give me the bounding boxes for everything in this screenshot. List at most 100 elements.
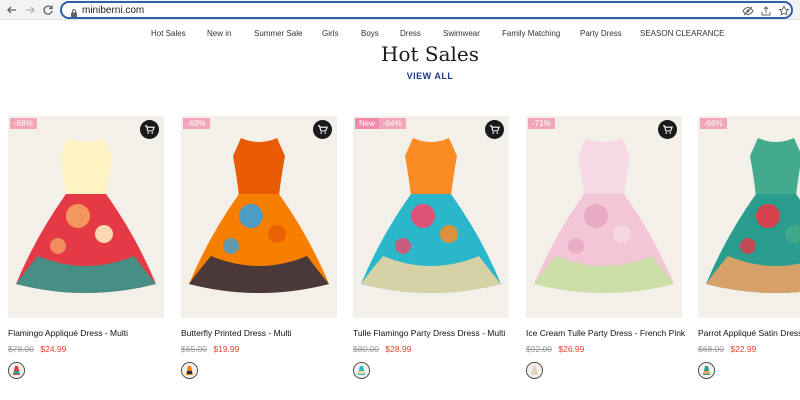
color-swatch[interactable] — [526, 362, 543, 379]
cart-icon — [662, 125, 673, 134]
nav-item-summer-sale[interactable]: Summer Sale — [254, 29, 302, 38]
sale-price: $28.99 — [385, 344, 412, 354]
original-price: $80.00 — [353, 344, 379, 354]
dress-applique — [239, 204, 263, 228]
discount-badge: -71% — [528, 118, 555, 129]
original-price: $65.00 — [181, 344, 207, 354]
color-swatch[interactable] — [181, 362, 198, 379]
cart-icon — [144, 125, 155, 134]
product-prices: $68.00 $22.99 — [698, 344, 800, 354]
nav-item-dress[interactable]: Dress — [400, 29, 421, 38]
nav-item-new-in[interactable]: New in — [207, 29, 231, 38]
add-to-cart-button[interactable] — [485, 120, 504, 139]
dress-bodice — [60, 138, 112, 196]
forward-icon[interactable] — [22, 2, 38, 18]
share-icon[interactable] — [760, 4, 773, 17]
product-card[interactable]: -66% Parrot Appliqué Satin Dress $68.00 … — [698, 116, 800, 379]
dress-bodice — [750, 138, 800, 196]
new-badge: New — [355, 118, 380, 129]
bookmark-star-icon[interactable] — [778, 4, 791, 17]
nav-item-boys[interactable]: Boys — [361, 29, 379, 38]
dress-image — [706, 138, 800, 293]
nav-item-family-matching[interactable]: Family Matching — [502, 29, 560, 38]
lock-icon[interactable] — [69, 5, 79, 17]
dress-bodice — [233, 138, 285, 196]
dress-image — [16, 138, 156, 293]
add-to-cart-button[interactable] — [313, 120, 332, 139]
nav-item-season-clearance[interactable]: SEASON CLEARANCE — [640, 29, 724, 38]
color-swatch[interactable] — [353, 362, 370, 379]
dress-applique — [440, 225, 458, 243]
product-prices: $78.00 $24.99 — [8, 344, 164, 354]
dress-applique — [584, 204, 608, 228]
nav-item-swimwear[interactable]: Swimwear — [443, 29, 480, 38]
color-swatch[interactable] — [698, 362, 715, 379]
dress-applique — [50, 238, 66, 254]
swatch-detail — [704, 371, 709, 374]
dress-applique — [613, 225, 631, 243]
browser-toolbar: miniberni.com — [0, 0, 800, 20]
dress-applique — [411, 204, 435, 228]
discount-badge: -64% — [379, 118, 406, 129]
original-price: $92.00 — [526, 344, 552, 354]
product-name[interactable]: Flamingo Appliqué Dress - Multi — [8, 328, 164, 338]
product-image[interactable]: -69% — [181, 116, 337, 318]
address-bar[interactable]: miniberni.com — [60, 1, 793, 19]
swatch-detail — [187, 371, 192, 374]
dress-applique — [223, 238, 239, 254]
dress-image — [534, 138, 674, 293]
add-to-cart-button[interactable] — [140, 120, 159, 139]
dress-applique — [740, 238, 756, 254]
swatch-detail — [359, 371, 364, 374]
discount-badge: -66% — [700, 118, 727, 129]
cart-icon — [317, 125, 328, 134]
section-title: Hot Sales — [381, 43, 479, 65]
product-image[interactable]: -68% — [8, 116, 164, 318]
product-card[interactable]: -71% Ice Cream Tulle Party Dress - Frenc… — [526, 116, 685, 379]
product-image[interactable]: -66% — [698, 116, 800, 318]
product-name[interactable]: Butterfly Printed Dress - Multi — [181, 328, 337, 338]
sale-price: $22.99 — [730, 344, 757, 354]
nav-item-hot-sales[interactable]: Hot Sales — [151, 29, 186, 38]
back-icon[interactable] — [4, 2, 20, 18]
cart-icon — [489, 125, 500, 134]
dress-applique — [95, 225, 113, 243]
original-price: $78.00 — [8, 344, 34, 354]
sale-price: $24.99 — [40, 344, 67, 354]
dress-applique — [66, 204, 90, 228]
product-name[interactable]: Tulle Flamingo Party Dress Dress - Multi — [353, 328, 509, 338]
dress-bodice — [405, 138, 457, 196]
swatch-thumbnail — [9, 363, 24, 378]
dress-image — [189, 138, 329, 293]
product-card[interactable]: New -64% Tulle Flamingo Party Dress Dres… — [353, 116, 509, 379]
color-swatch[interactable] — [8, 362, 25, 379]
original-price: $68.00 — [698, 344, 724, 354]
swatch-thumbnail — [527, 363, 542, 378]
swatch-thumbnail — [699, 363, 714, 378]
dress-applique — [756, 204, 780, 228]
product-prices: $65.00 $19.99 — [181, 344, 337, 354]
dress-applique — [568, 238, 584, 254]
product-name[interactable]: Ice Cream Tulle Party Dress - French Pin… — [526, 328, 685, 338]
product-image[interactable]: New -64% — [353, 116, 509, 318]
product-name[interactable]: Parrot Appliqué Satin Dress — [698, 328, 800, 338]
discount-badge: -69% — [183, 118, 210, 129]
add-to-cart-button[interactable] — [658, 120, 677, 139]
swatch-detail — [532, 371, 537, 374]
product-image[interactable]: -71% — [526, 116, 682, 318]
nav-item-party-dress[interactable]: Party Dress — [580, 29, 622, 38]
dress-image — [361, 138, 501, 293]
reload-icon[interactable] — [40, 2, 56, 18]
nav-item-girls[interactable]: Girls — [322, 29, 338, 38]
dress-bodice — [578, 138, 630, 196]
view-all-link[interactable]: VIEW ALL — [0, 71, 800, 81]
product-card[interactable]: -69% Butterfly Printed Dress - Multi $65… — [181, 116, 337, 379]
eye-off-icon[interactable] — [742, 4, 755, 17]
dress-applique — [268, 225, 286, 243]
swatch-thumbnail — [354, 363, 369, 378]
url-text[interactable]: miniberni.com — [82, 4, 144, 17]
swatch-detail — [14, 371, 19, 374]
product-card[interactable]: -68% Flamingo Appliqué Dress - Multi $78… — [8, 116, 164, 379]
swatch-thumbnail — [182, 363, 197, 378]
sale-price: $26.99 — [558, 344, 585, 354]
